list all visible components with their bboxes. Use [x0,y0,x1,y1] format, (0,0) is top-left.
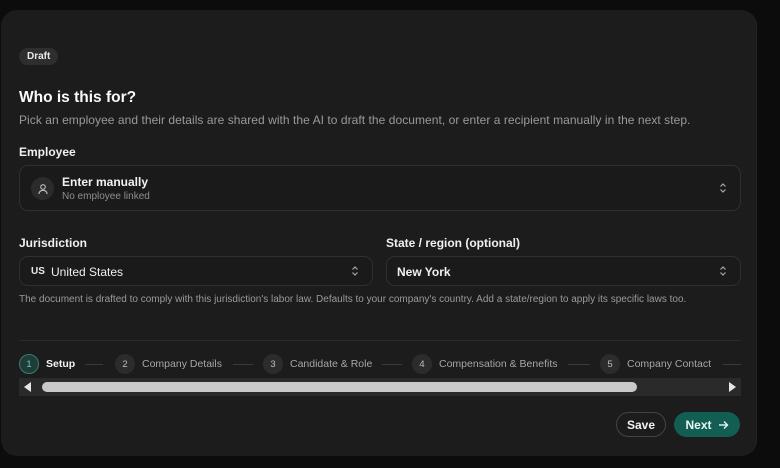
step-number: 2 [115,354,135,374]
stepper: 1 Setup 2 Company Details 3 Candidate & … [19,352,741,377]
arrow-right-icon [718,420,728,429]
save-button[interactable]: Save [616,412,666,437]
jurisdiction-value: United States [51,265,124,279]
employee-value: Enter manually [62,175,149,189]
step-connector [723,364,741,365]
employee-sublabel: No employee linked [62,191,150,202]
step-label: Compensation & Benefits [439,358,558,370]
step-candidate-role[interactable]: 3 Candidate & Role [263,354,372,374]
step-setup[interactable]: 1 Setup [19,354,75,374]
user-icon [31,177,54,200]
step-compensation-benefits[interactable]: 4 Compensation & Benefits [412,354,557,374]
employee-label: Employee [19,145,76,159]
jurisdiction-helper-text: The document is drafted to comply with t… [19,294,687,305]
step-number: 4 [412,354,432,374]
scroll-right-arrow-icon[interactable] [729,382,736,392]
next-button[interactable]: Next [674,412,740,437]
horizontal-scrollbar[interactable] [19,378,741,396]
step-label: Candidate & Role [290,358,373,370]
jurisdiction-label: Jurisdiction [19,236,88,250]
step-company-contact[interactable]: 5 Company Contact [600,354,711,374]
step-connector [568,364,590,365]
step-label: Company Details [142,358,222,370]
step-number: 3 [263,354,283,374]
step-connector [233,364,253,365]
page-subtitle: Pick an employee and their details are s… [19,113,691,127]
scrollbar-thumb[interactable] [42,382,637,392]
step-number: 5 [600,354,620,374]
step-label: Setup [46,358,76,370]
state-value: New York [397,265,451,279]
jurisdiction-select[interactable]: US United States [19,256,373,286]
state-label: State / region (optional) [386,236,520,250]
state-select[interactable]: New York [386,256,741,286]
step-label: Company Contact [627,358,712,370]
status-badge: Draft [19,48,59,65]
divider [19,340,741,341]
chevron-up-down-icon [720,266,726,276]
chevron-up-down-icon [720,183,726,193]
save-button-label: Save [626,417,656,432]
country-code: US [31,266,45,277]
scroll-left-arrow-icon[interactable] [24,382,31,392]
step-connector [85,364,103,365]
step-number: 1 [19,354,39,374]
next-button-label: Next [685,417,712,432]
employee-select[interactable]: Enter manually No employee linked [19,165,741,211]
step-company-details[interactable]: 2 Company Details [115,354,222,374]
page-title: Who is this for? [19,89,137,106]
step-connector [382,364,402,365]
chevron-up-down-icon [352,266,358,276]
